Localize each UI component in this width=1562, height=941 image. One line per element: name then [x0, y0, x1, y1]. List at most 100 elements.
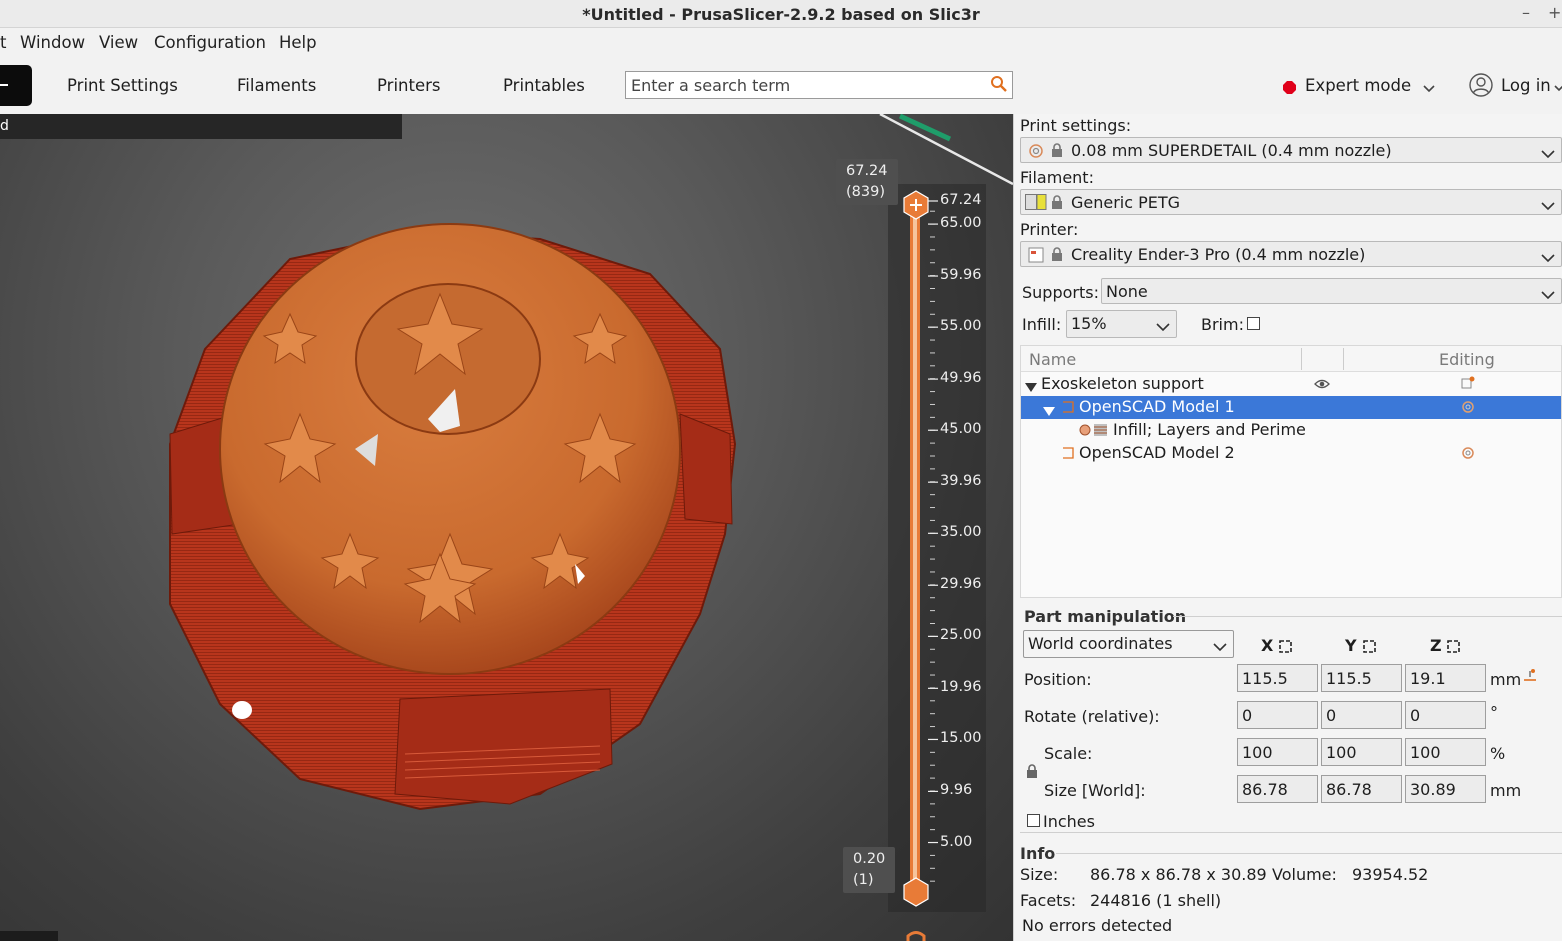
axis-y-icon [1363, 638, 1376, 657]
print-profile-combo[interactable]: 0.08 mm SUPERDETAIL (0.4 mm nozzle) [1020, 137, 1562, 163]
slider-bottom-handle[interactable] [903, 877, 929, 907]
maximize-button[interactable]: + [1548, 3, 1561, 22]
lock-icon [1051, 143, 1063, 162]
menu-window[interactable]: Window [20, 33, 85, 52]
object-name: Exoskeleton support [1041, 374, 1204, 393]
window-title: *Untitled - PrusaSlicer-2.9.2 based on S… [582, 5, 980, 24]
view-toolbar-stub[interactable] [0, 931, 58, 941]
gear-icon [1028, 143, 1044, 163]
rotate-z-input[interactable]: 0 [1405, 701, 1486, 729]
supports-combo[interactable]: None [1101, 278, 1562, 304]
ruler-tick-label: 45.00 [940, 421, 982, 438]
gear-icon[interactable] [1461, 445, 1475, 464]
info-size-value: 86.78 x 86.78 x 30.89 [1090, 865, 1267, 884]
lock-icon [1051, 247, 1063, 266]
list-item[interactable]: OpenSCAD Model 2 [1021, 442, 1561, 465]
ruler-tick-label: 5.00 [940, 833, 973, 850]
filament-profile-combo[interactable]: Generic PETG [1020, 189, 1562, 215]
chevron-down-icon [1541, 196, 1555, 215]
title-bar: *Untitled - PrusaSlicer-2.9.2 based on S… [0, 0, 1562, 28]
printer-label: Printer: [1020, 220, 1079, 239]
printer-profile-combo[interactable]: Creality Ender-3 Pro (0.4 mm nozzle) [1020, 241, 1562, 267]
menu-configuration[interactable]: Configuration [154, 33, 266, 52]
part-manipulation-title: Part manipulation [1024, 607, 1187, 626]
position-x-input[interactable]: 115.5 [1237, 664, 1318, 692]
info-facets-label: Facets: [1020, 891, 1077, 910]
size-y-input[interactable]: 86.78 [1321, 775, 1402, 803]
info-title: Info [1020, 844, 1056, 863]
column-name[interactable]: Name [1029, 350, 1076, 369]
tab-printers[interactable]: Printers [377, 76, 441, 95]
expert-mode-icon [1283, 79, 1296, 94]
rotate-x-input[interactable]: 0 [1237, 701, 1318, 729]
slider-top-handle[interactable] [903, 190, 929, 220]
axis-x-label: X [1261, 636, 1274, 655]
ruler-tick-label: 29.96 [940, 576, 982, 593]
axis-x-icon [1279, 638, 1292, 657]
size-z-input[interactable]: 30.89 [1405, 775, 1486, 803]
size-x-input[interactable]: 86.78 [1237, 775, 1318, 803]
ruler-tick-label: 49.96 [940, 370, 982, 387]
menu-view[interactable]: View [99, 33, 138, 52]
chevron-down-icon [1541, 285, 1555, 304]
filament-profile-value: Generic PETG [1071, 193, 1181, 212]
tab-print-settings[interactable]: Print Settings [67, 76, 178, 95]
inches-checkbox[interactable] [1027, 814, 1040, 827]
chevron-down-icon [1156, 317, 1170, 336]
menu-file[interactable]: t [0, 33, 6, 52]
column-editing[interactable]: Editing [1439, 350, 1495, 369]
menu-help[interactable]: Help [279, 33, 317, 52]
scale-unit: % [1490, 744, 1506, 763]
axis-z-icon [1447, 638, 1460, 657]
supports-value: None [1106, 282, 1148, 301]
infill-combo[interactable]: 15% [1066, 310, 1177, 338]
tab-bar: Print Settings Filaments Printers Printa… [0, 58, 1562, 114]
edit-icon[interactable] [1461, 375, 1475, 394]
login-label: Log in [1501, 76, 1551, 95]
infill-settings-icon [1079, 422, 1109, 441]
position-z-input[interactable]: 19.1 [1405, 664, 1486, 692]
infill-value: 15% [1071, 314, 1107, 333]
position-y-input[interactable]: 115.5 [1321, 664, 1402, 692]
expand-arrow-icon[interactable] [1025, 378, 1037, 397]
size-label: Size [World]: [1044, 781, 1146, 800]
layer-slider[interactable] [0, 114, 1013, 941]
object-list[interactable]: Name Editing Exoskeleton support OpenSCA… [1020, 345, 1562, 598]
slider-ticks [928, 200, 938, 882]
coord-system-value: World coordinates [1028, 634, 1173, 653]
printer-icon [1028, 247, 1044, 267]
column-divider[interactable] [1343, 348, 1344, 370]
gear-icon[interactable] [1461, 399, 1475, 418]
object-name: OpenSCAD Model 2 [1079, 443, 1235, 462]
list-item[interactable]: OpenSCAD Model 1 [1021, 396, 1561, 419]
minimize-button[interactable]: – [1522, 3, 1530, 22]
brim-checkbox[interactable] [1247, 317, 1260, 330]
position-label: Position: [1024, 670, 1092, 689]
scale-y-input[interactable]: 100 [1321, 738, 1402, 766]
coord-system-combo[interactable]: World coordinates [1023, 630, 1234, 658]
list-item[interactable]: Exoskeleton support [1021, 373, 1561, 396]
tab-filaments[interactable]: Filaments [237, 76, 316, 95]
column-divider[interactable] [1301, 348, 1302, 370]
list-item[interactable]: Infill; Layers and Perime [1021, 419, 1561, 442]
info-errors: No errors detected [1022, 916, 1173, 935]
lock-icon[interactable] [1026, 764, 1038, 783]
search-icon[interactable] [990, 75, 1008, 97]
object-name: OpenSCAD Model 1 [1079, 397, 1235, 416]
filament-label: Filament: [1020, 168, 1094, 187]
object-list-header: Name Editing [1021, 346, 1561, 372]
chevron-down-icon [1554, 78, 1562, 97]
rotate-y-input[interactable]: 0 [1321, 701, 1402, 729]
tab-plater[interactable] [0, 65, 32, 106]
eye-icon[interactable] [1314, 375, 1330, 394]
scale-x-input[interactable]: 100 [1237, 738, 1318, 766]
3d-view-canvas[interactable]: d 67.24 (839) 0.20 (1) 67.24 65.00 59.96… [0, 114, 1013, 941]
chevron-down-icon [1423, 78, 1435, 97]
scale-z-input[interactable]: 100 [1405, 738, 1486, 766]
tab-printables[interactable]: Printables [503, 76, 585, 95]
horizontal-slider-handle[interactable] [906, 931, 926, 941]
info-facets-value: 244816 (1 shell) [1090, 891, 1222, 910]
drop-to-bed-icon[interactable] [1523, 667, 1537, 686]
ruler-tick-label: 25.00 [940, 627, 982, 644]
search-input[interactable]: Enter a search term [625, 71, 1013, 99]
